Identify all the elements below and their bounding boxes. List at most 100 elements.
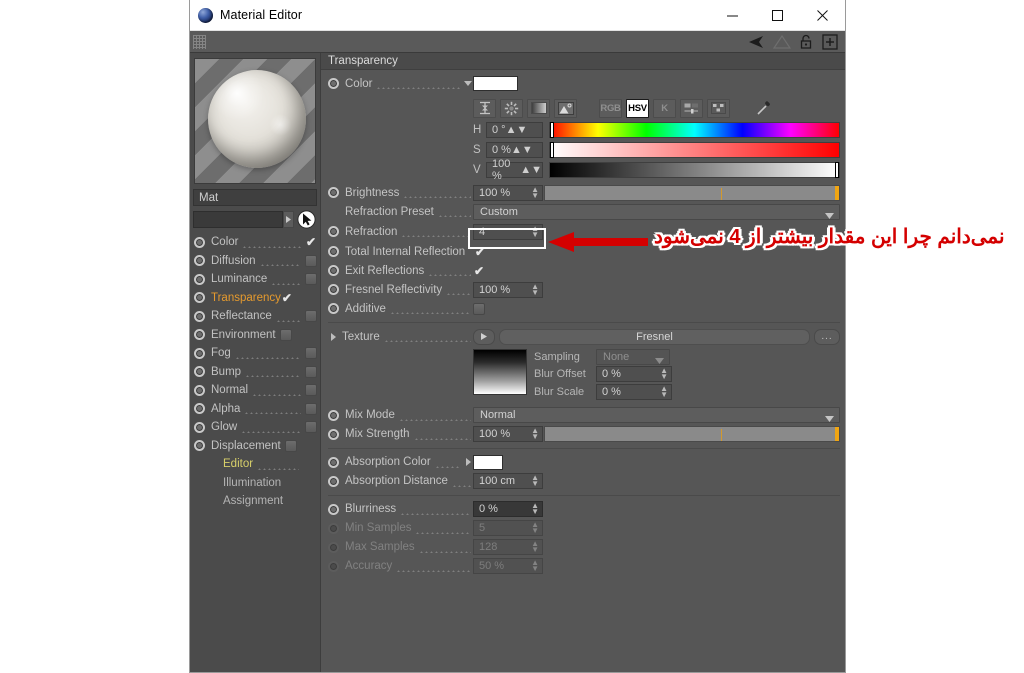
radio-icon[interactable] [194, 273, 205, 285]
lock-icon[interactable] [794, 32, 818, 52]
sidebar-item-editor[interactable]: Editor [193, 455, 317, 474]
channel-normal[interactable]: Normal [193, 381, 317, 400]
radio-icon[interactable] [328, 265, 339, 276]
checkbox[interactable] [305, 365, 317, 378]
refraction-input[interactable]: 4 ▲ ▼ [473, 223, 543, 240]
checkbox[interactable] [279, 328, 292, 341]
checkbox[interactable] [305, 421, 317, 434]
colorwheel-icon[interactable] [500, 98, 523, 118]
channel-reflectance[interactable]: Reflectance [193, 307, 317, 326]
checkbox[interactable] [305, 273, 317, 286]
spinner-icon[interactable]: ▲▼ [531, 474, 539, 488]
solid-arrow-icon[interactable] [746, 32, 770, 52]
hsv-mode-button[interactable]: HSV [626, 98, 649, 118]
radio-icon[interactable] [194, 440, 205, 452]
value-knob[interactable] [835, 162, 839, 178]
saturation-slider[interactable] [549, 142, 840, 158]
chevron-down-icon[interactable] [463, 81, 473, 86]
slider-knob[interactable] [835, 427, 839, 441]
spinner-icon[interactable]: ▲▼ [531, 185, 539, 199]
spinner-icon[interactable]: ▲▼ [531, 427, 539, 441]
range-icon[interactable] [473, 98, 496, 118]
radio-icon[interactable] [328, 303, 339, 314]
additive-checkbox[interactable] [473, 302, 485, 315]
saturation-knob[interactable] [550, 142, 554, 158]
radio-icon[interactable] [194, 347, 205, 359]
eyedropper-icon[interactable] [752, 99, 775, 118]
hue-input[interactable]: 0 ° ▲▼ [486, 122, 543, 138]
texture-browse-button[interactable]: ... [814, 328, 840, 345]
radio-icon[interactable] [328, 428, 339, 440]
radio-icon[interactable] [194, 292, 205, 304]
texture-name-button[interactable]: Fresnel [499, 328, 810, 345]
radio-icon[interactable] [194, 329, 205, 341]
channel-displacement[interactable]: Displacement [193, 437, 317, 456]
value-slider[interactable] [549, 162, 840, 178]
minimize-button[interactable] [710, 0, 755, 31]
channel-environment[interactable]: Environment [193, 326, 317, 345]
material-name-field[interactable]: Mat [193, 189, 317, 206]
sidebar-item-assignment[interactable]: Assignment [193, 492, 317, 511]
radio-icon[interactable] [328, 503, 339, 515]
checkbox[interactable] [305, 402, 317, 415]
maximize-button[interactable] [755, 0, 800, 31]
drag-grip[interactable] [193, 34, 206, 49]
picture-icon[interactable] [554, 98, 577, 118]
sampling-dropdown[interactable]: None [596, 348, 670, 365]
kelvin-mode-button[interactable]: K [653, 98, 676, 118]
radio-icon[interactable] [328, 226, 339, 237]
spinner-icon[interactable]: ▲▼ [511, 144, 533, 156]
radio-icon[interactable] [194, 255, 205, 267]
close-button[interactable] [800, 0, 845, 31]
mix-mode-dropdown[interactable]: Normal [473, 407, 840, 423]
checkmark-icon[interactable]: ✔ [473, 265, 485, 277]
fresnel-reflectivity-input[interactable]: 100 % ▲ ▼ [473, 281, 543, 298]
brightness-input[interactable]: 100 % ▲ ▼ [473, 184, 543, 201]
checkbox[interactable] [305, 254, 317, 267]
radio-icon[interactable] [194, 384, 205, 396]
radio-icon[interactable] [194, 366, 205, 378]
radio-icon[interactable] [194, 310, 205, 322]
spinner-icon[interactable]: ▲▼ [531, 282, 539, 296]
radio-icon[interactable] [328, 456, 339, 468]
hue-knob[interactable] [550, 122, 554, 138]
value-input[interactable]: 100 % ▲▼ [486, 158, 543, 182]
mix-strength-input[interactable]: 100 % ▲ ▼ [473, 426, 543, 442]
spinner-icon[interactable]: ▲▼ [520, 164, 542, 176]
blur-offset-input[interactable]: 0 % ▲ ▼ [596, 366, 672, 383]
channel-bump[interactable]: Bump [193, 363, 317, 382]
channel-fog[interactable]: Fog [193, 344, 317, 363]
radio-icon[interactable] [328, 409, 339, 421]
search-input[interactable] [193, 211, 283, 228]
radio-icon[interactable] [194, 403, 205, 415]
channel-alpha[interactable]: Alpha [193, 400, 317, 419]
refraction-preset-dropdown[interactable]: Custom [473, 203, 840, 220]
mix-strength-slider[interactable] [544, 426, 840, 442]
radio-icon[interactable] [328, 475, 339, 487]
channel-luminance[interactable]: Luminance [193, 270, 317, 289]
radio-icon[interactable] [194, 236, 205, 248]
chevron-right-icon[interactable] [463, 458, 473, 466]
color-swatch[interactable] [473, 76, 518, 91]
channel-glow[interactable]: Glow [193, 418, 317, 437]
radio-icon[interactable] [328, 78, 339, 89]
checkmark-icon[interactable]: ✔ [305, 236, 317, 248]
mixer-icon[interactable] [680, 98, 703, 118]
search-dropdown-button[interactable] [283, 211, 294, 228]
checkbox[interactable] [305, 310, 317, 323]
spinner-icon[interactable]: ▲▼ [531, 224, 539, 238]
material-preview[interactable] [194, 58, 316, 184]
plus-icon[interactable] [818, 32, 842, 52]
rgb-mode-button[interactable]: RGB [599, 98, 622, 118]
blur-scale-input[interactable]: 0 % ▲ ▼ [596, 383, 672, 400]
gradient-icon[interactable] [527, 98, 550, 118]
hue-slider[interactable] [549, 122, 840, 138]
radio-icon[interactable] [194, 421, 205, 433]
channel-diffusion[interactable]: Diffusion [193, 252, 317, 271]
spinner-icon[interactable]: ▲▼ [660, 367, 668, 381]
checkbox[interactable] [284, 439, 297, 452]
blurriness-input[interactable]: 0 % ▲ ▼ [473, 501, 543, 517]
spinner-icon[interactable]: ▲▼ [660, 384, 668, 398]
radio-icon[interactable] [328, 187, 339, 198]
arrow-cursor-icon[interactable] [296, 210, 317, 229]
